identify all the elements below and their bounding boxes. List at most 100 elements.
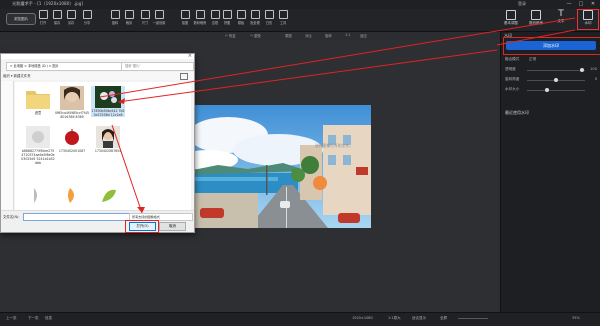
tool-watermark[interactable]: 水印 [577, 9, 599, 30]
window-title: 光影魔术手 - [1（1920x1080）.jpg] [12, 1, 84, 6]
image-size-text: 1920×1080 [352, 316, 373, 320]
file-grid: 遮罩 0f65ca4f4985ccf7f458016389 8369 17830… [15, 82, 191, 210]
zoom-slider[interactable] [458, 318, 488, 319]
tool-calendar[interactable]: 日历 [262, 10, 276, 25]
opacity-slider-track[interactable] [527, 70, 585, 71]
darkroom-icon [195, 10, 205, 19]
file-item-selected[interactable]: 17830b50bc542 7b53e23358d 12c1e8 [91, 86, 125, 117]
rotation-slider-knob[interactable] [554, 78, 558, 82]
view-subbar: ↶ 恢复 ↷ 重做 原图 对比 旋转 1:1 适应 [0, 32, 500, 40]
watermark-icon [583, 10, 593, 20]
file-item[interactable] [91, 186, 125, 205]
filename-bar: 文件名(N): 所有支持的图像格式 打开(O) 取消 [1, 210, 194, 233]
filename-input[interactable] [23, 213, 130, 221]
prev-image-button[interactable]: 上一张 [6, 316, 17, 321]
text-icon: T [558, 9, 564, 19]
file-item[interactable]: 1730402087654 [91, 126, 125, 153]
next-image-button[interactable]: 下一张 [28, 316, 39, 321]
seaside-town-illustration [188, 105, 371, 228]
tool-darkroom[interactable]: 数码暗房 [193, 10, 207, 25]
fit-status-button[interactable]: 适合显示 [412, 316, 426, 321]
leaf-thumbnail [96, 186, 120, 204]
tool-basic-adjust[interactable]: 基本调整 [501, 10, 521, 26]
file-item[interactable] [21, 186, 55, 205]
filename-label: 文件名(N): [3, 215, 20, 219]
image-thumbnail [26, 186, 50, 204]
file-item[interactable] [55, 186, 89, 205]
tool-auto[interactable]: 一键设置 [152, 10, 166, 25]
file-item[interactable]: b6688277990ee2754720374aa9a5f8e0e03025d5… [21, 126, 55, 165]
title-bar: 光影魔术手 - [1（1920x1080）.jpg] 登录 — □ ✕ [0, 0, 600, 9]
tool-crop[interactable]: 裁剪 [122, 10, 136, 25]
view-options-icon[interactable] [180, 73, 188, 80]
tool-save-as[interactable]: 另存 [64, 10, 78, 25]
info-button[interactable]: 信息 [45, 316, 52, 321]
compare-button[interactable]: 对比 [305, 33, 312, 38]
tool-darkroom[interactable]: 数码暗房 [526, 10, 546, 26]
tool-cutout[interactable]: 抠图 [178, 10, 192, 25]
portrait-thumbnail [60, 86, 84, 110]
dialog-nav-pane[interactable] [1, 81, 14, 211]
status-bar: 上一张 下一张 信息 1920×1080 1:1原大 适合显示 全屏 35% [0, 312, 600, 326]
apple-thumbnail [60, 126, 84, 148]
open-button[interactable]: 打开(O) [129, 222, 156, 231]
rotate-view-button[interactable]: 旋转 [325, 33, 332, 38]
frame-icon [210, 10, 220, 19]
size-row: 水印大小 [505, 87, 597, 94]
rotate-icon [110, 10, 120, 19]
undo-button[interactable]: ↶ 恢复 [225, 33, 236, 38]
actual-size-status[interactable]: 1:1原大 [388, 316, 401, 321]
add-watermark-button[interactable]: 添加水印 [506, 41, 596, 50]
tool-collage[interactable]: 拼图 [220, 10, 234, 25]
file-item[interactable]: 遮罩 [21, 86, 55, 115]
tool-tools[interactable]: 工具 [276, 10, 290, 25]
blend-mode-row[interactable]: 融合模式 正常 [505, 57, 597, 64]
actual-size-button[interactable]: 1:1 [345, 33, 350, 37]
save-icon [52, 10, 62, 19]
close-icon[interactable]: ✕ [590, 1, 596, 7]
dialog-command-bar: 组织 ▾ 新建文件夹 [1, 72, 194, 80]
size-slider-track[interactable] [527, 90, 585, 91]
main-photo [188, 105, 371, 228]
opacity-slider-knob[interactable] [580, 68, 585, 72]
tool-rotate[interactable]: 旋转 [108, 10, 122, 25]
tool-text[interactable]: T 文字 [551, 10, 571, 24]
dialog-search-input[interactable]: 搜索"图片" [121, 62, 194, 71]
adjust-icon [506, 10, 516, 20]
opacity-row: 透明度 100 [505, 67, 597, 72]
organize-menu[interactable]: 组织 ▾ 新建文件夹 [3, 73, 31, 78]
rotation-value[interactable]: 0 [595, 77, 597, 81]
maximize-icon[interactable]: □ [578, 1, 584, 7]
opacity-value[interactable]: 100 [590, 67, 597, 71]
redo-button[interactable]: ↷ 重做 [250, 33, 261, 38]
minimize-icon[interactable]: — [566, 1, 572, 7]
original-button[interactable]: 原图 [285, 33, 292, 38]
zoom-percent: 35% [572, 316, 580, 320]
resize-icon [140, 10, 150, 19]
blend-mode-select[interactable]: 正常 [529, 57, 536, 62]
fullscreen-button[interactable]: 全屏 [440, 316, 447, 321]
tool-batch[interactable]: 批处理 [248, 10, 262, 25]
login-link[interactable]: 登录 [518, 1, 526, 7]
flowers-thumbnail [95, 86, 121, 108]
open-file-dialog: × > 此电脑 > 本地磁盘 (D:) > 图片 搜索"图片" 组织 ▾ 新建文… [0, 53, 195, 233]
folder-icon [26, 91, 50, 109]
rotation-row: 旋转角度 0 [505, 77, 597, 82]
dialog-close-icon[interactable]: × [188, 53, 192, 59]
tool-resize[interactable]: 尺寸 [138, 10, 152, 25]
size-slider-knob[interactable] [545, 88, 550, 92]
file-item[interactable]: 1730402001087 [55, 126, 89, 153]
watermark-panel: 水印 添加水印 融合模式 正常 透明度 100 旋转角度 0 水印大小 最近使用… [500, 32, 600, 312]
calendar-icon [264, 10, 274, 19]
tool-save[interactable]: 保存 [50, 10, 64, 25]
cancel-button[interactable]: 取消 [159, 222, 186, 231]
file-item[interactable]: 0f65ca4f4985ccf7f458016389 8369 [55, 86, 89, 119]
image-thumbnail [26, 126, 50, 148]
browse-images-button[interactable]: 浏览图片 [6, 13, 36, 25]
tool-share[interactable]: 分享 [80, 10, 94, 25]
tool-open[interactable]: 打开 [36, 10, 50, 25]
collage-icon [222, 10, 232, 19]
orange-thumbnail [60, 186, 84, 204]
fit-view-button[interactable]: 适应 [360, 33, 367, 38]
tool-template[interactable]: 模板 [234, 10, 248, 25]
